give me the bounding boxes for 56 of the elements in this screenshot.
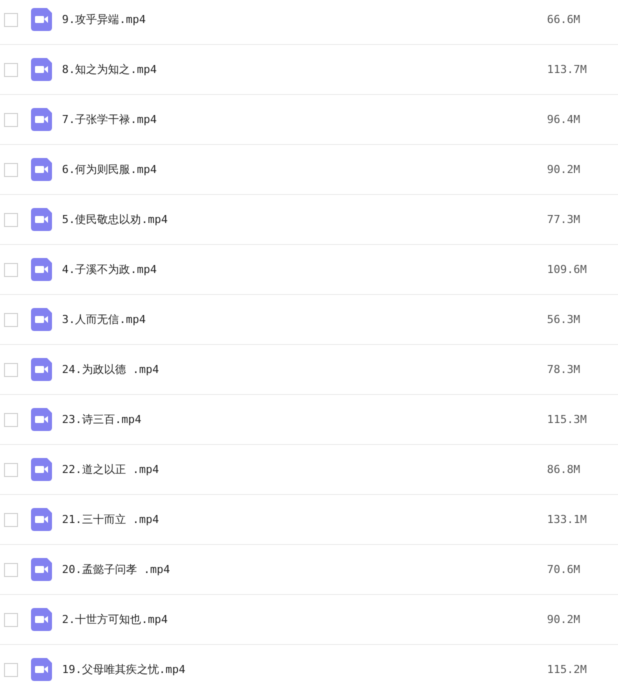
file-size: 78.3M [547,363,582,376]
checkbox[interactable] [4,12,18,26]
checkbox[interactable] [4,412,18,426]
checkbox[interactable] [4,212,18,226]
video-file-icon [31,8,52,31]
file-name[interactable]: 20.孟懿子问孝 .mp4 [62,562,547,577]
file-size: 133.1M [547,513,588,526]
checkbox[interactable] [4,612,18,626]
file-name[interactable]: 23.诗三百.mp4 [62,412,547,427]
video-file-icon [31,208,52,231]
file-size: 90.2M [547,613,582,626]
checkbox[interactable] [4,62,18,76]
video-file-icon [31,608,52,631]
video-file-icon [31,308,52,331]
file-name[interactable]: 3.人而无信.mp4 [62,312,547,327]
video-file-icon [31,458,52,481]
video-file-icon [31,508,52,531]
file-name[interactable]: 24.为政以德 .mp4 [62,362,547,377]
file-name[interactable]: 19.父母唯其疾之忧.mp4 [62,662,547,677]
video-file-icon [31,658,52,681]
video-file-icon [31,558,52,581]
checkbox[interactable] [4,462,18,476]
file-name[interactable]: 4.子溪不为政.mp4 [62,262,547,277]
video-file-icon [31,258,52,281]
file-size: 70.6M [547,563,582,576]
file-name[interactable]: 21.三十而立 .mp4 [62,512,547,527]
file-size: 90.2M [547,163,582,176]
file-size: 56.3M [547,313,582,326]
file-size: 113.7M [547,63,588,76]
file-name[interactable]: 9.攻乎异端.mp4 [62,12,547,27]
file-name[interactable]: 5.使民敬忠以劝.mp4 [62,212,547,227]
file-name[interactable]: 6.何为则民服.mp4 [62,162,547,177]
video-file-icon [31,358,52,381]
checkbox[interactable] [4,262,18,276]
video-file-icon [31,158,52,181]
video-file-icon [31,108,52,131]
file-name[interactable]: 2.十世方可知也.mp4 [62,612,547,627]
checkbox[interactable] [4,362,18,376]
file-size: 115.3M [547,413,588,426]
file-size: 115.2M [547,663,588,676]
file-size: 77.3M [547,213,582,226]
checkbox[interactable] [4,512,18,526]
file-size: 109.6M [547,263,588,276]
video-file-icon [31,408,52,431]
file-size: 86.8M [547,463,582,476]
file-size: 66.6M [547,13,582,26]
file-name[interactable]: 22.道之以正 .mp4 [62,462,547,477]
file-size: 96.4M [547,113,582,126]
checkbox[interactable] [4,562,18,576]
checkbox[interactable] [4,312,18,326]
checkbox[interactable] [4,162,18,176]
file-name[interactable]: 7.子张学干禄.mp4 [62,112,547,127]
checkbox[interactable] [4,112,18,126]
file-name[interactable]: 8.知之为知之.mp4 [62,62,547,77]
checkbox[interactable] [4,662,18,676]
video-file-icon [31,58,52,81]
